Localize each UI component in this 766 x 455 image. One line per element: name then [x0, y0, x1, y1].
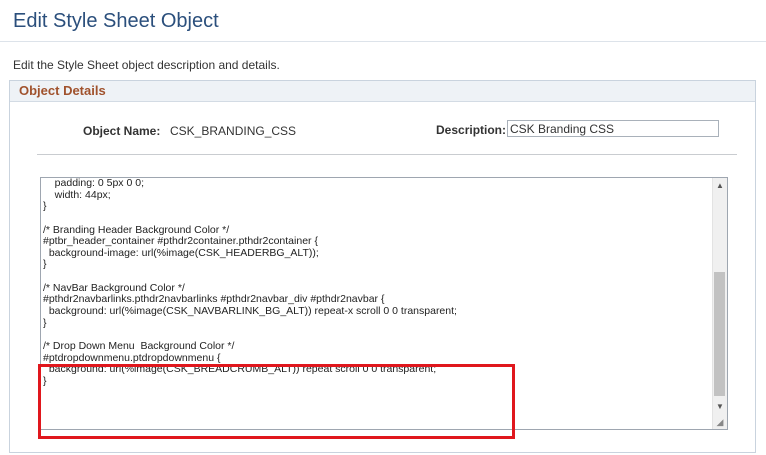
- code-line: }: [43, 200, 47, 213]
- code-line: }: [43, 258, 47, 271]
- object-name-label: Object Name:: [83, 124, 161, 138]
- object-name-value: CSK_BRANDING_CSS: [170, 124, 297, 138]
- title-divider: [0, 41, 766, 42]
- scroll-down-arrow-icon[interactable]: ▼: [713, 399, 727, 414]
- code-line: padding: 0 5px 0 0;: [43, 178, 144, 189]
- code-line: background-image: url(%image(CSK_HEADERB…: [43, 246, 319, 259]
- code-line: width: 44px;: [43, 188, 111, 201]
- description-label: Description:: [436, 123, 507, 137]
- section-divider: [37, 154, 737, 155]
- code-line: }: [43, 316, 47, 329]
- object-details-header[interactable]: Object Details: [10, 81, 755, 102]
- highlight-box: [38, 364, 515, 439]
- description-input[interactable]: [507, 120, 719, 137]
- code-line: background: url(%image(CSK_NAVBARLINK_BG…: [43, 305, 457, 318]
- page-instructions: Edit the Style Sheet object description …: [13, 58, 280, 72]
- object-details-group: Object Details Object Name: CSK_BRANDING…: [9, 80, 756, 453]
- code-line: /* Drop Down Menu Background Color */: [43, 339, 235, 352]
- scrollbar-thumb[interactable]: [714, 272, 725, 396]
- scroll-up-arrow-icon[interactable]: ▲: [713, 178, 727, 193]
- resize-grip-icon[interactable]: ◢: [714, 416, 726, 428]
- editor-scrollbar[interactable]: ▲ ▼: [712, 178, 727, 429]
- page-title: Edit Style Sheet Object: [13, 10, 219, 32]
